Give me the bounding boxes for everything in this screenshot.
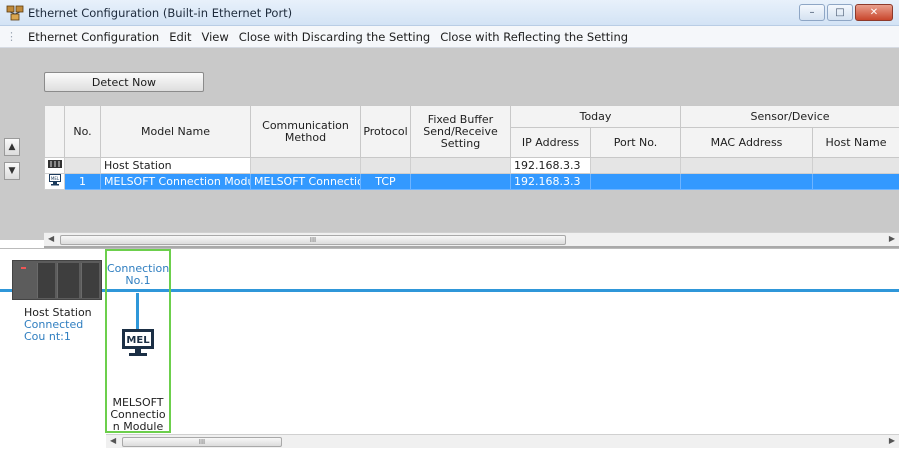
mel-monitor-icon: MEL: [44, 173, 65, 190]
scroll-left-arrow-icon[interactable]: ◀: [48, 234, 54, 243]
cell-mac-address: [680, 173, 814, 190]
menu-edit[interactable]: Edit: [164, 30, 196, 44]
scroll-left-arrow-icon[interactable]: ◀: [110, 436, 116, 445]
plc-module: [37, 263, 55, 298]
move-up-button[interactable]: ▲: [4, 138, 20, 156]
host-station-plc-icon[interactable]: [12, 260, 102, 300]
detect-now-button[interactable]: Detect Now: [44, 72, 204, 92]
column-header-model-name[interactable]: Model Name: [100, 105, 251, 158]
window-title: Ethernet Configuration (Built-in Etherne…: [28, 5, 293, 20]
column-header-communication-method[interactable]: Communication Method: [250, 105, 361, 158]
row-move-controls: ▲ ▼: [4, 138, 20, 186]
column-header-fixed-buffer[interactable]: Fixed Buffer Send/Receive Setting: [410, 105, 511, 158]
cell-ip-address: 192.168.3.3: [510, 157, 591, 174]
cell-port-no: [589, 157, 682, 174]
menu-bar: ⋮ Ethernet Configuration Edit View Close…: [0, 26, 899, 48]
column-header-ip-address[interactable]: IP Address: [510, 127, 591, 158]
window-controls: – □ ✕: [799, 4, 893, 21]
title-bar: Ethernet Configuration (Built-in Etherne…: [0, 0, 899, 26]
menu-close-reflect[interactable]: Close with Reflecting the Setting: [435, 30, 633, 44]
connection-node[interactable]: Connection No.1 MEL MELSOFT Connectio n …: [105, 249, 171, 433]
network-app-icon: [6, 4, 24, 22]
cell-mac-address: [680, 157, 814, 174]
cell-no: 1: [64, 173, 101, 190]
scroll-right-arrow-icon[interactable]: ▶: [889, 234, 895, 243]
host-station-label: Host Station Connected Cou nt:1: [24, 307, 106, 343]
cell-ip-address[interactable]: 192.168.3.3: [510, 173, 591, 190]
column-header-protocol[interactable]: Protocol: [360, 105, 411, 158]
cell-no: [64, 157, 101, 174]
module-list-pane: Detect Now ▲ ▼ No. Model Name Communicat…: [0, 48, 899, 278]
table-horizontal-scrollbar[interactable]: ◀ III ▶: [44, 232, 899, 246]
mel-icon-text: MEL: [126, 335, 150, 346]
mel-monitor-icon: MEL: [122, 329, 154, 356]
diagram-horizontal-scrollbar[interactable]: ◀ III ▶: [106, 434, 899, 448]
cell-protocol[interactable]: TCP: [360, 173, 411, 190]
scroll-thumb[interactable]: III: [122, 437, 282, 447]
connection-label: Connection No.1: [107, 262, 170, 287]
network-diagram-pane: Host Station Connected Cou nt:1 Connecti…: [0, 248, 899, 455]
column-header-port-no[interactable]: Port No.: [589, 127, 682, 158]
host-station-connected-count: Connected Cou nt:1: [24, 318, 84, 343]
plc-module: [81, 263, 99, 298]
move-down-button[interactable]: ▼: [4, 162, 20, 180]
cell-port-no[interactable]: [589, 173, 682, 190]
cell-communication-method[interactable]: MELSOFT Connection: [250, 173, 361, 190]
cell-host-name: [812, 173, 899, 190]
cell-protocol: [360, 157, 411, 174]
cell-host-name: [812, 157, 899, 174]
plc-led: [21, 267, 26, 269]
table-row[interactable]: Host Station 192.168.3.3: [44, 157, 899, 174]
column-header-host-name[interactable]: Host Name: [812, 127, 899, 158]
cell-fixed-buffer: [410, 157, 511, 174]
icon-column-header: [44, 105, 65, 158]
maximize-button[interactable]: □: [827, 4, 853, 21]
module-name: MELSOFT Connectio n Module: [110, 396, 166, 433]
column-header-no[interactable]: No.: [64, 105, 101, 158]
menu-ethernet-configuration[interactable]: Ethernet Configuration: [23, 30, 164, 44]
menu-view[interactable]: View: [196, 30, 233, 44]
cell-communication-method: [250, 157, 361, 174]
connection-drop-line: [136, 293, 139, 329]
svg-text:MEL: MEL: [51, 176, 60, 181]
cell-fixed-buffer[interactable]: [410, 173, 511, 190]
group-header-today: Today: [509, 105, 682, 128]
cell-model-name: MELSOFT Connection Module: [100, 173, 251, 190]
cell-model-name: Host Station: [100, 157, 251, 174]
close-button[interactable]: ✕: [855, 4, 893, 21]
connection-table: No. Model Name Communication Method Prot…: [44, 105, 899, 190]
minimize-button[interactable]: –: [799, 4, 825, 21]
scroll-thumb[interactable]: III: [60, 235, 566, 245]
plc-icon: [44, 157, 65, 174]
column-header-mac-address[interactable]: MAC Address: [680, 127, 814, 158]
group-header-sensor-device: Sensor/Device: [680, 105, 899, 128]
scroll-right-arrow-icon[interactable]: ▶: [889, 436, 895, 445]
table-row-selected[interactable]: MEL 1 MELSOFT Connection Module MELSOFT …: [44, 173, 899, 190]
plc-module: [57, 263, 79, 298]
menu-grip-icon: ⋮: [6, 30, 17, 43]
menu-close-discard[interactable]: Close with Discarding the Setting: [234, 30, 435, 44]
